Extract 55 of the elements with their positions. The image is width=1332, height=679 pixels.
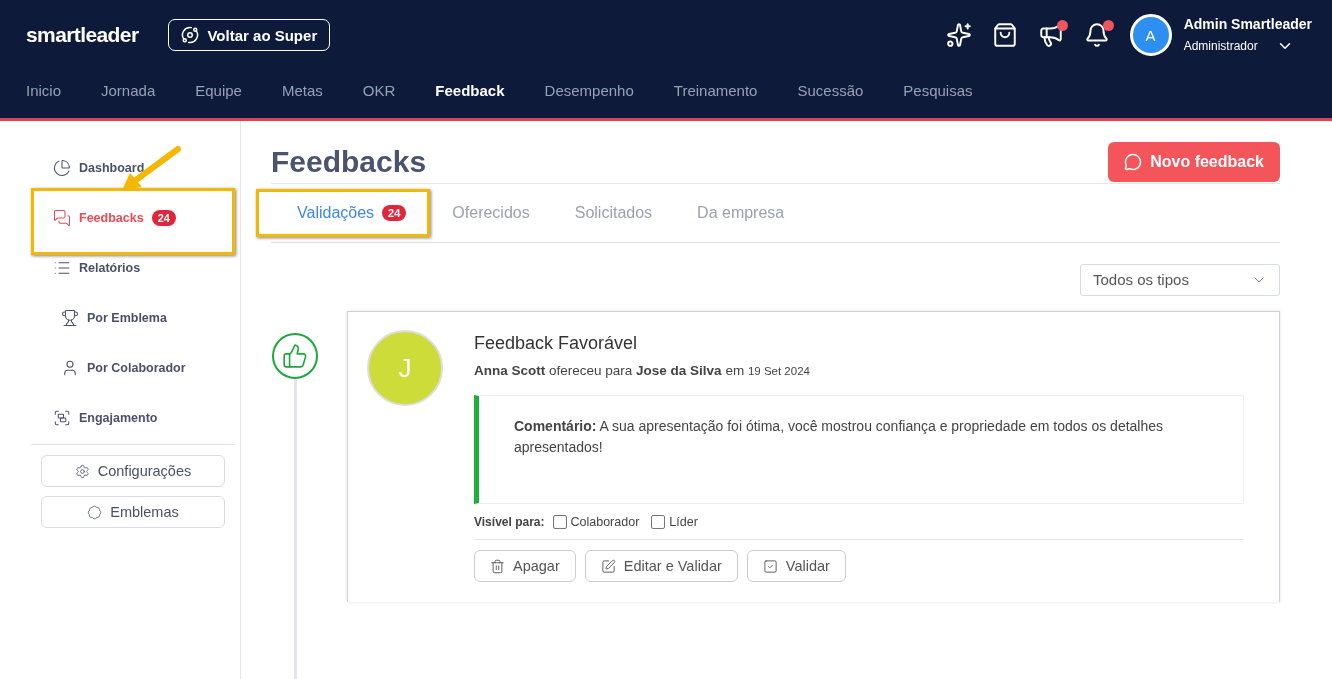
feedback-comment: Comentário: A sua apresentação foi ótima, você mostrou confiança e propriedade em todos os detalhes apresentados!	[474, 395, 1244, 504]
delete-button[interactable]: Apagar	[474, 550, 576, 582]
nav-tab[interactable]: Equipe	[195, 81, 242, 99]
checkbox[interactable]	[552, 514, 567, 529]
nav-tab[interactable]: Treinamento	[673, 81, 758, 99]
speech-bubble-icon	[1124, 153, 1143, 171]
nav-tab[interactable]: OKR	[362, 81, 396, 99]
nav-tab[interactable]: Metas	[281, 81, 323, 99]
checkbox[interactable]	[651, 514, 666, 529]
edit-icon	[600, 558, 616, 574]
user-name: Admin Smartleader	[1183, 15, 1312, 32]
sparkles-button[interactable]	[945, 22, 972, 48]
dashboard-icon	[53, 159, 71, 177]
sidebar-item[interactable]: Por Colaborador	[31, 356, 240, 380]
sidebar-item[interactable]: Feedbacks 24	[34, 206, 176, 230]
validate-icon	[762, 558, 778, 574]
back-button[interactable]: Voltar ao Super	[168, 19, 331, 51]
emblem-icon	[87, 504, 103, 520]
checkbox-label: Líder	[669, 514, 698, 529]
sidebar-button[interactable]: Emblemas	[41, 496, 225, 528]
sidebar-button[interactable]: Configurações	[41, 455, 225, 487]
sidebar-item[interactable]: Relatórios	[31, 256, 240, 280]
sidebar-item[interactable]: Engajamento	[31, 406, 240, 430]
feedback-byline: Anna Scott ofereceu para Jose da Silva em 19 Set 2024	[474, 363, 811, 378]
sidebar-item[interactable]: Por Emblema	[31, 306, 240, 330]
engagement-icon	[53, 409, 71, 427]
type-select[interactable]: Todos os tipos	[1080, 263, 1280, 296]
nav-tab[interactable]: Jornada	[101, 81, 156, 99]
nav-tab[interactable]: Inicio	[26, 81, 62, 99]
feedback-title: Feedback Favorável	[474, 333, 639, 354]
sidebar-item[interactable]: Dashboard	[31, 156, 240, 180]
count-badge: 24	[382, 204, 407, 221]
count-badge: 24	[151, 210, 176, 226]
author-avatar: J	[367, 330, 443, 406]
brand-logo[interactable]: smartleader	[26, 23, 139, 47]
checkbox-label: Colaborador	[570, 514, 640, 529]
user-role: Administrador	[1183, 38, 1258, 53]
feedbacks-icon	[53, 209, 71, 227]
nav-tab[interactable]: Pesquisas	[903, 81, 973, 99]
reports-icon	[53, 259, 71, 277]
nav-tab[interactable]: Feedback	[435, 81, 505, 99]
tab[interactable]: Validações 24	[297, 203, 407, 222]
edit-button[interactable]: Editar e Validar	[584, 550, 738, 582]
thumbs-up-icon	[272, 333, 318, 379]
page-title: Feedbacks	[271, 145, 427, 179]
nav-tab[interactable]: Desempenho	[544, 81, 634, 99]
orbit-icon	[181, 26, 200, 44]
gear-icon	[74, 463, 90, 479]
person-icon	[61, 359, 79, 377]
nav-tab[interactable]: Sucessão	[797, 81, 864, 99]
validate-button[interactable]: Validar	[746, 550, 846, 582]
trophy-icon	[61, 309, 79, 327]
delete-icon	[490, 558, 505, 574]
visibility-label: Visível para:	[474, 514, 545, 529]
bag-button[interactable]	[991, 22, 1018, 48]
